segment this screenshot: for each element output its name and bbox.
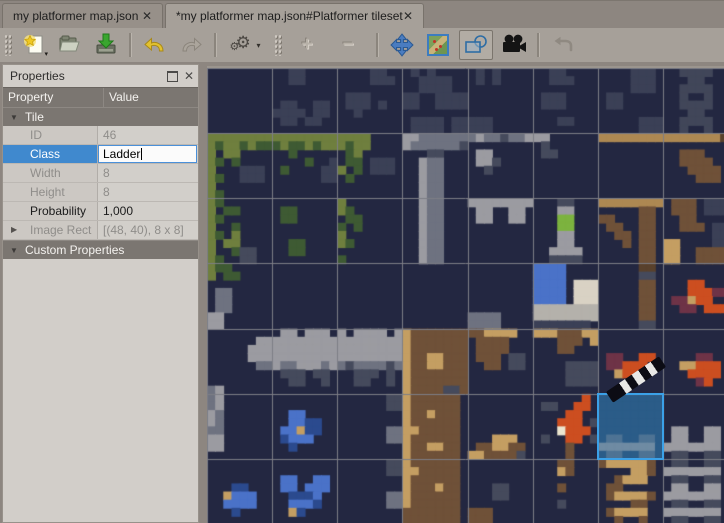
jump-back-button[interactable] [548,31,578,59]
property-label: ID [3,126,98,144]
property-label: Image Rect [3,221,98,239]
tileset-canvas[interactable] [207,68,724,523]
property-row-probability[interactable]: Probability 1,000 [3,202,198,221]
toolbar-separator [129,33,132,57]
tileset-view [207,62,724,523]
chevron-down-icon: ▾ [44,50,48,58]
gears-icon: ⚙⚙ [229,32,255,58]
property-row-image-rect[interactable]: ▶ Image Rect [(48, 40), 8 x 8] [3,221,198,240]
property-label: Class [3,145,98,163]
chevron-down-icon: ▾ [256,41,260,50]
property-label: Width [3,164,98,182]
tab-label: my platformer map.json [13,4,138,28]
panel-titlebar[interactable]: Properties ✕ [3,65,198,87]
collapse-triangle-icon[interactable]: ▼ [3,108,25,126]
shapes-icon [463,33,489,57]
properties-panel: Properties ✕ Property Value ▼ Tile ID 46… [2,64,199,523]
tab-tileset-document[interactable]: *my platformer map.json#Platformer tiles… [165,3,424,29]
animation-button[interactable] [499,31,529,59]
return-arrow-icon [550,32,576,58]
new-file-icon [21,32,47,58]
toolbar-drag-handle[interactable] [274,34,283,56]
tileset-image-button[interactable] [423,31,453,59]
class-edit-field[interactable]: Ladder [98,145,197,163]
open-button[interactable] [55,31,85,59]
value-column-header: Value [104,88,198,107]
add-button[interactable]: + [292,31,322,59]
text-caret [141,148,142,160]
new-map-button[interactable]: ▾ [19,31,49,59]
open-folder-icon [57,32,83,58]
minus-icon: − [342,34,353,56]
plus-icon: + [301,34,312,56]
property-value: [(48, 40), 8 x 8] [98,221,198,239]
image-icon [427,34,449,56]
tab-bar: my platformer map.json ✕ *my platformer … [0,0,724,29]
property-label: Probability [3,202,98,220]
group-row-tile[interactable]: ▼ Tile [3,107,198,126]
close-panel-icon[interactable]: ✕ [184,70,194,82]
tiled-window: my platformer map.json ✕ *my platformer … [0,0,724,523]
property-value: 1,000 [98,202,198,220]
property-row-id[interactable]: ID 46 [3,126,198,145]
move-tiles-button[interactable] [387,31,417,59]
property-row-class[interactable]: Class Ladder [3,145,198,164]
panel-title: Properties [10,69,65,83]
property-label: Height [3,183,98,201]
float-panel-icon[interactable] [167,71,178,82]
group-row-custom-properties[interactable]: ▼ Custom Properties [3,240,198,259]
save-icon [93,32,119,58]
toolbar-separator [537,33,540,57]
collapse-triangle-icon[interactable]: ▼ [3,241,25,259]
expand-triangle-icon[interactable]: ▶ [11,221,17,239]
toolbar-drag-handle[interactable] [4,34,13,56]
move-arrows-icon [390,33,414,57]
property-row-height[interactable]: Height 8 [3,183,198,202]
group-label: Tile [25,108,44,126]
property-value: 8 [98,164,198,182]
tab-map-document[interactable]: my platformer map.json ✕ [2,3,163,29]
property-value: 46 [98,126,198,144]
commands-button[interactable]: ⚙⚙ ▾ [225,31,265,59]
property-column-header: Property [3,88,104,107]
redo-icon [178,32,204,58]
undo-icon [142,32,168,58]
tab-close-icon[interactable]: ✕ [139,8,155,24]
property-value: 8 [98,183,198,201]
property-row-width[interactable]: Width 8 [3,164,198,183]
main-area: Properties ✕ Property Value ▼ Tile ID 46… [0,62,724,523]
tab-close-icon[interactable]: ✕ [400,8,416,24]
group-label: Custom Properties [25,241,124,259]
save-button[interactable] [91,31,121,59]
main-toolbar: ▾ [0,28,724,62]
edit-shapes-button[interactable] [459,30,493,60]
toolbar-separator [376,33,379,57]
toolbar-separator [214,33,217,57]
redo-button[interactable] [176,31,206,59]
columns-header: Property Value [3,87,198,107]
undo-button[interactable] [140,31,170,59]
tab-label: *my platformer map.json#Platformer tiles… [176,4,403,28]
movie-camera-icon [500,32,528,58]
remove-button[interactable]: − [333,31,363,59]
